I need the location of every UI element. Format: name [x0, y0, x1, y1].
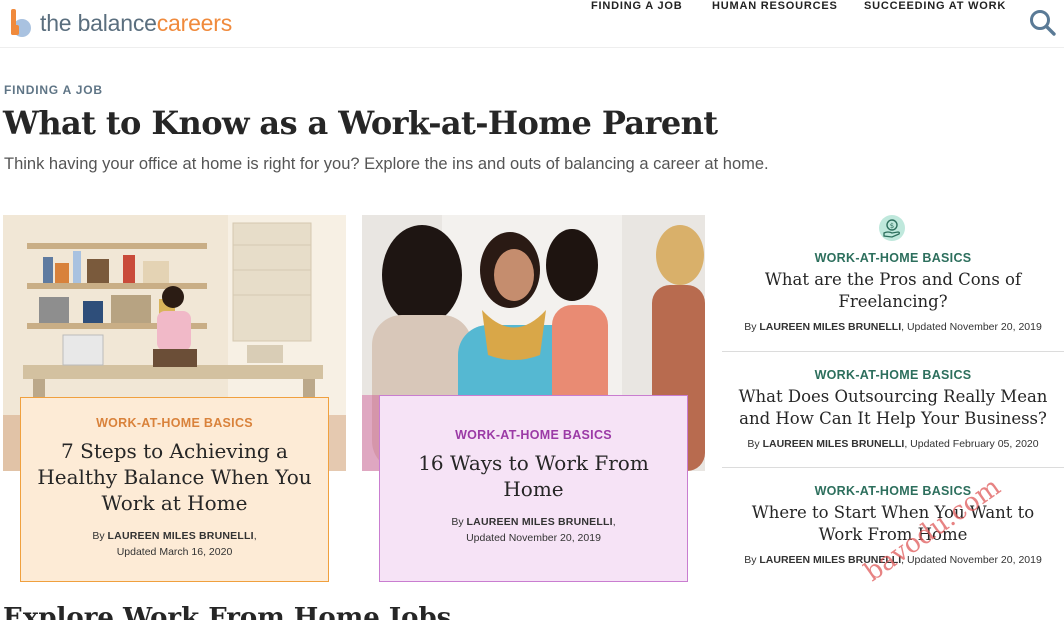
search-icon	[1030, 10, 1056, 36]
card-byline: By LAUREEN MILES BRUNELLI, Updated Novem…	[451, 516, 616, 544]
side-author[interactable]: LAUREEN MILES BRUNELLI	[763, 438, 905, 450]
side-divider	[722, 351, 1064, 352]
side-article-outsourcing[interactable]: WORK-AT-HOME BASICS What Does Outsourcin…	[722, 368, 1064, 450]
page-eyebrow[interactable]: FINDING A JOB	[4, 83, 103, 97]
side-tag[interactable]: WORK-AT-HOME BASICS	[722, 484, 1064, 498]
side-byline: By LAUREEN MILES BRUNELLI, Updated Novem…	[744, 554, 1042, 566]
nav-succeeding-at-work[interactable]: SUCCEEDING AT WORK	[864, 0, 1006, 12]
page-title: What to Know as a Work-at-Home Parent	[3, 104, 718, 142]
side-updated: Updated November 20, 2019	[906, 554, 1042, 566]
side-article-where-to-start[interactable]: WORK-AT-HOME BASICS Where to Start When …	[722, 484, 1064, 566]
site-header: the balancecareers FINDING A JOB HUMAN R…	[0, 0, 1064, 48]
side-updated: Updated November 20, 2019	[906, 321, 1042, 333]
card-title[interactable]: 7 Steps to Achieving a Healthy Balance W…	[31, 438, 318, 516]
search-button[interactable]	[1028, 8, 1058, 38]
logo-wordmark: the balancecareers	[40, 9, 233, 36]
side-updated: Updated February 05, 2020	[910, 438, 1039, 450]
side-title[interactable]: What are the Pros and Cons of Freelancin…	[722, 269, 1064, 313]
card-title[interactable]: 16 Ways to Work From Home	[390, 450, 677, 502]
card-tag[interactable]: WORK-AT-HOME BASICS	[390, 428, 677, 442]
page-description: Think having your office at home is righ…	[4, 155, 769, 173]
side-author[interactable]: LAUREEN MILES BRUNELLI	[759, 554, 901, 566]
site-logo[interactable]: the balancecareers	[8, 6, 232, 40]
section-title-explore-jobs: Explore Work From Home Jobs	[3, 603, 452, 620]
money-hand-icon: $	[878, 214, 906, 242]
side-byline: By LAUREEN MILES BRUNELLI, Updated Novem…	[744, 321, 1042, 333]
nav-human-resources[interactable]: HUMAN RESOURCES	[712, 0, 838, 12]
side-divider	[722, 467, 1064, 468]
side-tag[interactable]: WORK-AT-HOME BASICS	[722, 251, 1064, 265]
card-tag[interactable]: WORK-AT-HOME BASICS	[31, 416, 318, 430]
card-7-steps-balance[interactable]: WORK-AT-HOME BASICS 7 Steps to Achieving…	[20, 397, 329, 582]
side-author[interactable]: LAUREEN MILES BRUNELLI	[759, 321, 901, 333]
card-updated: Updated March 16, 2020	[116, 546, 233, 558]
card-author[interactable]: LAUREEN MILES BRUNELLI	[108, 530, 254, 542]
card-author[interactable]: LAUREEN MILES BRUNELLI	[467, 516, 613, 528]
side-tag[interactable]: WORK-AT-HOME BASICS	[722, 368, 1064, 382]
side-article-pros-cons-freelancing[interactable]: WORK-AT-HOME BASICS What are the Pros an…	[722, 251, 1064, 333]
card-byline: By LAUREEN MILES BRUNELLI, Updated March…	[92, 530, 257, 558]
svg-text:$: $	[890, 222, 894, 230]
card-updated: Updated November 20, 2019	[466, 532, 601, 544]
nav-finding-a-job[interactable]: FINDING A JOB	[591, 0, 682, 12]
card-16-ways-work-from-home[interactable]: WORK-AT-HOME BASICS 16 Ways to Work From…	[379, 395, 688, 582]
side-title[interactable]: Where to Start When You Want to Work Fro…	[722, 502, 1064, 546]
side-byline: By LAUREEN MILES BRUNELLI, Updated Febru…	[747, 438, 1039, 450]
logo-mark-icon	[8, 7, 34, 39]
side-title[interactable]: What Does Outsourcing Really Mean and Ho…	[722, 386, 1064, 430]
